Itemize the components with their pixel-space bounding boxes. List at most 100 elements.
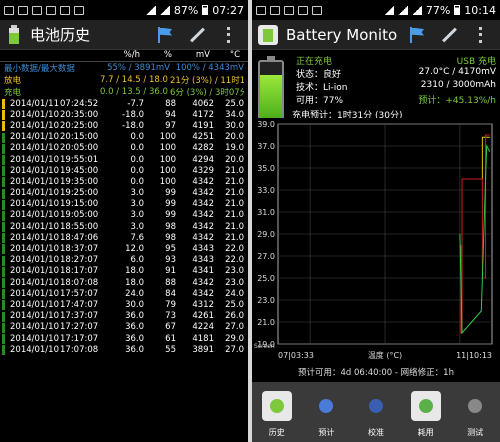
- row-percent: 100: [159, 143, 176, 154]
- overflow-menu-icon[interactable]: [216, 22, 242, 48]
- clock: 10:14: [464, 3, 496, 17]
- battery-monitor-app-icon[interactable]: [258, 24, 278, 45]
- table-row[interactable]: 2014/01/10 20:35:00 -18.0 94 4172 34.0: [2, 109, 248, 121]
- row-rate: 18.0: [125, 266, 144, 277]
- charging-status: 正在充电: [296, 57, 333, 67]
- table-row[interactable]: 2014/01/10 19:55:01 0.0 100 4294 20.0: [2, 154, 248, 165]
- row-date: 2014/01/10: [10, 132, 59, 143]
- row-mv: 4312: [192, 299, 214, 310]
- grid-icon: [312, 5, 322, 15]
- row-time: 17:17:07: [60, 333, 99, 344]
- row-time: 19:35:00: [60, 176, 99, 187]
- row-time: 19:15:00: [60, 199, 99, 210]
- row-percent: 98: [165, 232, 176, 243]
- calibrate-tab[interactable]: 校准: [351, 382, 401, 442]
- row-status-marker: [2, 278, 5, 288]
- table-row[interactable]: 2014/01/10 18:17:07 18.0 91 4341 23.0: [2, 266, 248, 277]
- row-mv: 4251: [192, 132, 214, 143]
- flag-icon[interactable]: [404, 22, 430, 48]
- tab-label: 校准: [367, 428, 384, 437]
- battery-chart[interactable]: 19.0 21.0 23.0 25.0 27.0 29.0 31.0 33.0 35.0 37.0…: [252, 118, 500, 364]
- row-time: 17:27:07: [60, 322, 99, 333]
- overflow-menu-icon[interactable]: [468, 22, 494, 48]
- row-temp: 27.0: [225, 344, 244, 355]
- table-row[interactable]: 2014/01/10 18:37:07 12.0 95 4343 22.0: [2, 243, 248, 255]
- row-status-marker: [2, 210, 5, 221]
- row-temp: 27.0: [225, 322, 244, 333]
- table-row[interactable]: 2014/01/10 20:15:00 0.0 100 4251 20.0: [2, 132, 248, 143]
- image-icon: [18, 5, 28, 15]
- predict-rate: 预计：+45.13%/h: [418, 96, 496, 106]
- table-row[interactable]: 2014/01/10 18:55:00 3.0 98 4342 21.0: [2, 221, 248, 233]
- table-row[interactable]: 2014/01/10 20:05:00 0.0 100 4282 19.0: [2, 143, 248, 154]
- row-date: 2014/01/10: [10, 333, 59, 344]
- row-percent: 99: [165, 210, 176, 221]
- signal-icon: [411, 5, 422, 15]
- row-rate: 7.6: [130, 232, 144, 243]
- state-label: 状态：良好: [296, 70, 342, 80]
- edit-icon[interactable]: [184, 22, 210, 48]
- table-row[interactable]: 2014/01/10 18:47:06 7.6 98 4342 21.0: [2, 232, 248, 244]
- table-row[interactable]: 2014/01/10 18:07:08 18.0 88 4342 23.0: [2, 277, 248, 288]
- table-row[interactable]: 2014/01/10 17:57:07 24.0 84 4342 24.0: [2, 288, 248, 300]
- row-temp: 21.0: [225, 199, 244, 210]
- table-row[interactable]: 2014/01/10 19:15:00 3.0 99 4342 21.0: [2, 199, 248, 210]
- row-percent: 88: [165, 277, 176, 288]
- row-rate: 3.0: [130, 210, 144, 221]
- mail-icon: [60, 5, 70, 15]
- row-status-marker: [2, 322, 5, 333]
- action-bar: Battery Monitor \: [252, 20, 500, 50]
- table-row[interactable]: 2014/01/10 20:25:00 -18.0 97 4191 30.0: [2, 120, 248, 132]
- history-tab[interactable]: 历史: [252, 382, 302, 442]
- row-percent: 91: [165, 266, 176, 277]
- wifi-icon: [145, 5, 156, 15]
- row-time: 19:45:00: [60, 165, 99, 176]
- row-rate: 0.0: [130, 165, 144, 176]
- row-temp: 24.0: [225, 288, 244, 299]
- summary-label: 最小数据/最大数据: [4, 64, 75, 74]
- row-rate: -7.7: [127, 98, 144, 109]
- row-time: 18:55:00: [60, 221, 99, 232]
- row-mv: 4343: [192, 255, 214, 266]
- tab-label: 预计: [318, 428, 335, 437]
- table-row[interactable]: 2014/01/10 19:05:00 3.0 99 4342 21.0: [2, 210, 248, 221]
- table-row[interactable]: 2014/01/10 17:07:08 36.0 55 3891 27.0: [2, 344, 248, 356]
- table-row[interactable]: 2014/01/10 19:25:00 3.0 99 4342 21.0: [2, 188, 248, 199]
- table-row[interactable]: 2014/01/10 18:27:07 6.0 93 4343 22.0: [2, 255, 248, 266]
- test-tab[interactable]: 测试: [450, 382, 500, 442]
- row-mv: 4294: [192, 154, 214, 165]
- row-status-marker: [2, 110, 5, 121]
- row-status-marker: [2, 266, 5, 277]
- table-row[interactable]: 2014/01/10 19:45:00 0.0 100 4329 21.0: [2, 165, 248, 177]
- row-time: 07:24:52: [60, 98, 99, 109]
- row-percent: 61: [165, 333, 176, 344]
- chart-svg: 19.021.023.025.027.029.031.033.035.037.0…: [254, 120, 493, 360]
- table-row[interactable]: 2014/01/10 17:47:07 30.0 79 4312 25.0: [2, 299, 248, 311]
- table-row[interactable]: 2014/01/10 19:35:00 0.0 100 4342 21.0: [2, 176, 248, 188]
- row-date: 2014/01/10: [10, 255, 59, 266]
- table-row[interactable]: 2014/01/10 17:27:07 36.0 67 4224 27.0: [2, 322, 248, 333]
- edit-icon[interactable]: [436, 22, 462, 48]
- row-mv: 4329: [192, 165, 214, 176]
- history-table[interactable]: 2014/01/11 07:24:52 -7.7 88 4062 25.0 2014/01/…: [0, 98, 248, 356]
- row-mv: 4282: [192, 143, 214, 154]
- row-date: 2014/01/10: [10, 232, 59, 243]
- row-time: 17:57:07: [60, 288, 99, 299]
- row-date: 2014/01/10: [10, 311, 59, 322]
- row-rate: 3.0: [130, 221, 144, 232]
- row-status-marker: [2, 345, 5, 356]
- flag-icon[interactable]: [152, 22, 178, 48]
- row-percent: 97: [165, 120, 176, 131]
- battery-app-icon[interactable]: [6, 24, 22, 45]
- tab-label: 耗用: [417, 428, 434, 437]
- footer-prediction: 预计可用：4d 06:40:00 - 网络修正：1h: [298, 368, 454, 378]
- row-status-marker: [2, 289, 5, 300]
- table-row[interactable]: 2014/01/10 17:17:07 36.0 61 4181 29.0: [2, 333, 248, 344]
- predict-tab[interactable]: 预计: [302, 382, 352, 442]
- y-tick-label: 33.0: [257, 186, 275, 195]
- usage-tab[interactable]: 耗用: [401, 382, 451, 442]
- row-percent: 79: [165, 299, 176, 310]
- table-row[interactable]: 2014/01/10 17:37:07 36.0 73 4261 26.0: [2, 311, 248, 322]
- row-date: 2014/01/10: [10, 210, 59, 221]
- table-row[interactable]: 2014/01/11 07:24:52 -7.7 88 4062 25.0: [2, 98, 248, 109]
